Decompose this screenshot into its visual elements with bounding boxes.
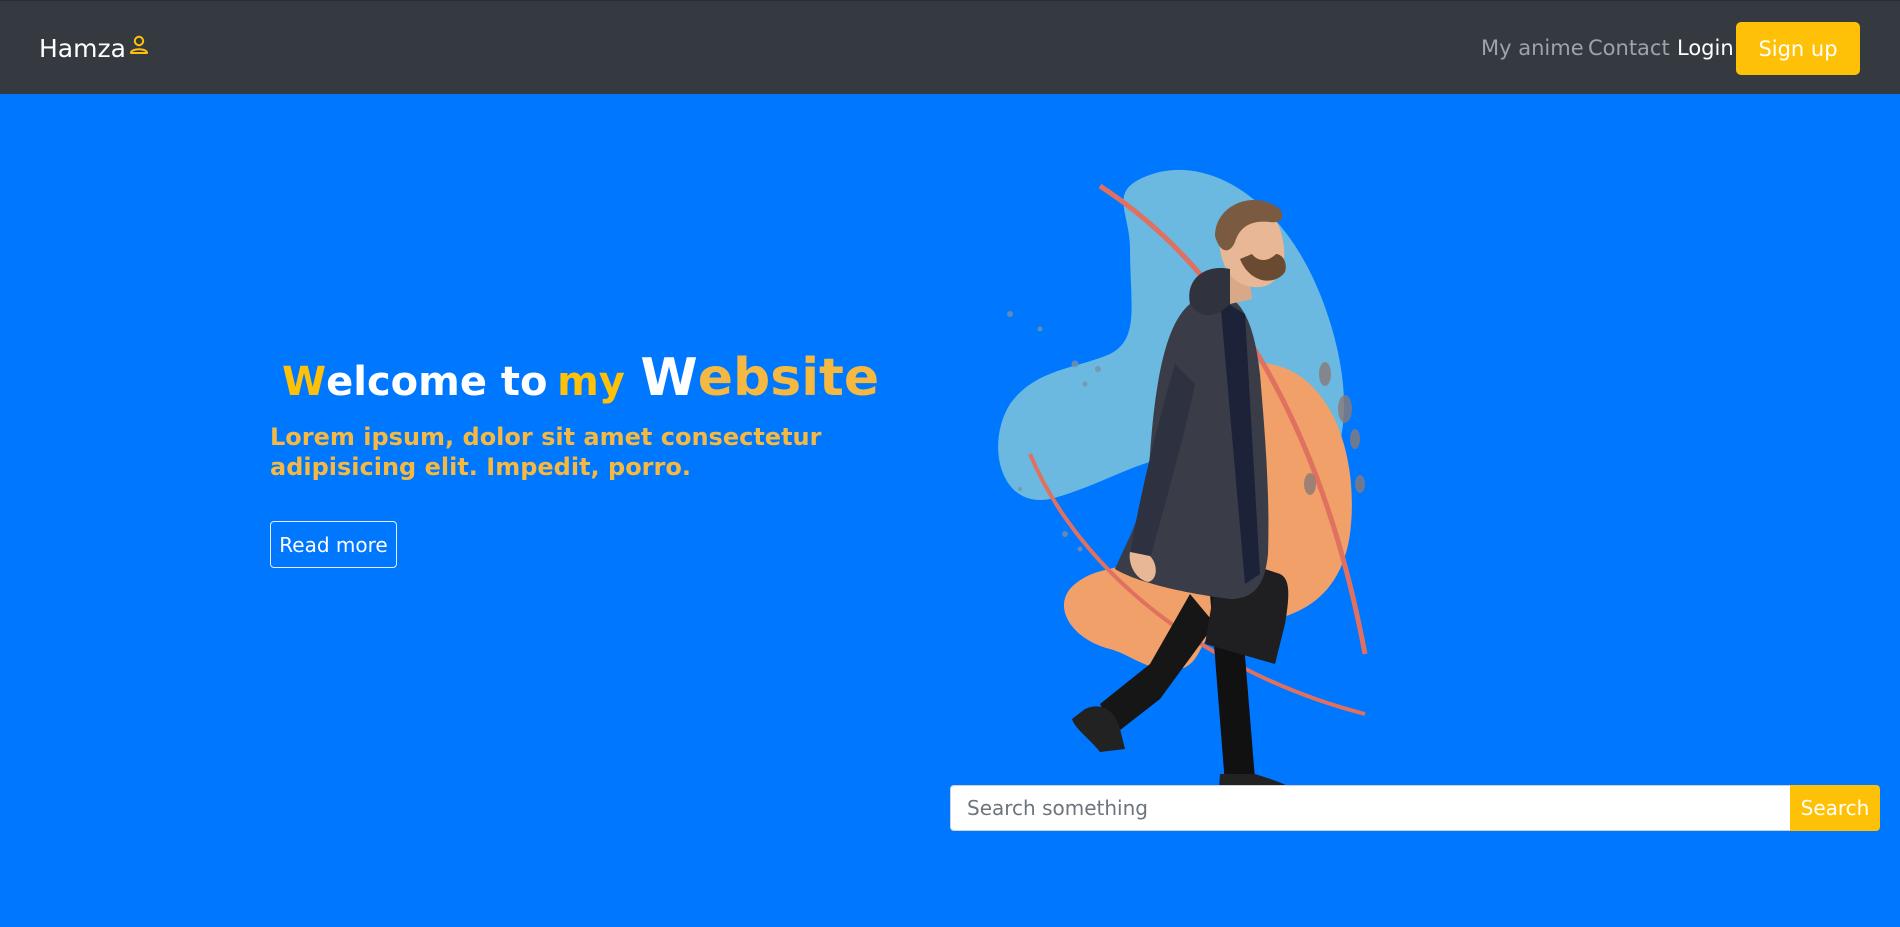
user-icon xyxy=(128,33,150,55)
title-letter-w-big: W xyxy=(640,348,698,408)
nav-link-contact[interactable]: Contact xyxy=(1588,35,1670,61)
man-walking-illustration xyxy=(998,169,1368,804)
hero-section: Welcome to my Website Lorem ipsum, dolor… xyxy=(0,94,1900,927)
signup-button[interactable]: Sign up xyxy=(1736,22,1860,75)
hero-subtitle: Lorem ipsum, dolor sit amet consectetur … xyxy=(270,423,822,481)
nav-link-login[interactable]: Login xyxy=(1677,35,1734,61)
title-ebsite: ebsite xyxy=(697,348,880,408)
brand[interactable]: Hamza xyxy=(39,34,150,64)
brand-name: Hamza xyxy=(39,34,126,63)
nav-link-my-anime[interactable]: My anime xyxy=(1481,35,1584,61)
title-welcome-to: elcome to xyxy=(326,359,548,405)
title-letter-w: W xyxy=(282,359,327,405)
title-my: my xyxy=(557,359,625,405)
search-input[interactable] xyxy=(950,785,1790,831)
hero-title: Welcome to my Website xyxy=(282,349,879,407)
search-button[interactable]: Search xyxy=(1790,785,1880,831)
navbar: Hamza My anime Contact Login Sign up xyxy=(0,0,1900,94)
read-more-button[interactable]: Read more xyxy=(270,521,397,568)
